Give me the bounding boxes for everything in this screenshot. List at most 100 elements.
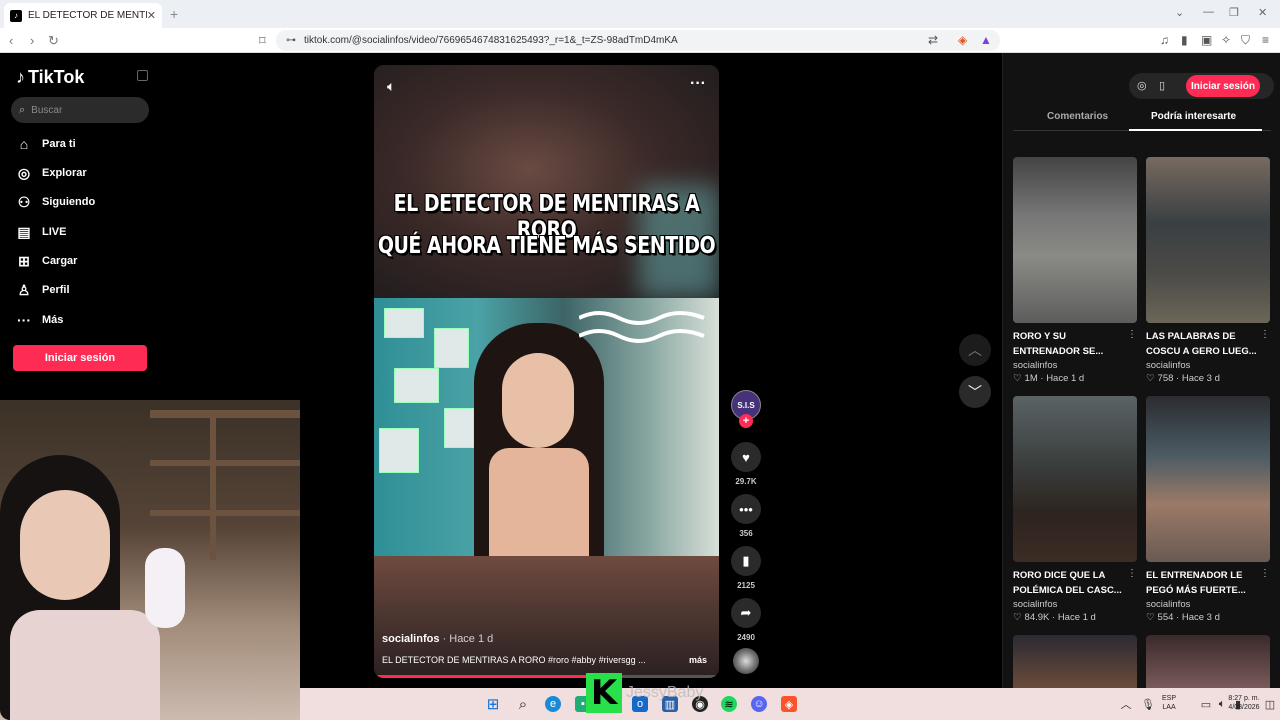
video-author[interactable]: socialinfos · Hace 1 d <box>382 633 493 645</box>
card-thumbnail[interactable] <box>1146 396 1270 562</box>
sidebar-item-label: Perfil <box>42 284 70 296</box>
search-icon: ⌕ <box>19 103 26 116</box>
tray-chevron-icon[interactable]: ︿ <box>1118 696 1134 712</box>
sidebar-item-para-ti[interactable]: ⌂ Para ti <box>15 135 76 153</box>
music-disc-icon[interactable] <box>733 648 759 674</box>
description-more-link[interactable]: más <box>689 655 707 665</box>
card-thumbnail-partial[interactable] <box>1146 635 1270 688</box>
wallet-icon[interactable]: ▣ <box>1201 33 1212 47</box>
card-likes: 84.9K <box>1024 612 1050 623</box>
sidebar-item-siguiendo[interactable]: ⚇ Siguiendo <box>15 193 95 211</box>
share-button[interactable]: ➦ <box>731 598 761 628</box>
video-player[interactable]: EL DETECTOR DE MENTIRAS A RORO QUÉ AHORA… <box>374 65 719 678</box>
minimize-icon[interactable]: — <box>1203 6 1214 18</box>
new-tab-icon[interactable]: + <box>170 6 178 22</box>
card-author[interactable]: socialinfos <box>1013 599 1137 610</box>
search-input[interactable] <box>31 104 132 116</box>
maximize-icon[interactable]: ❐ <box>1229 6 1239 19</box>
author-name[interactable]: socialinfos <box>382 633 439 645</box>
site-info-icon[interactable]: ⊶ <box>286 35 296 46</box>
card-author[interactable]: socialinfos <box>1146 599 1270 610</box>
search-icon[interactable]: ⌕ <box>515 696 531 713</box>
like-button[interactable]: ♥ <box>731 442 761 472</box>
previous-video-button[interactable]: ︿ <box>959 334 991 366</box>
card-author[interactable]: socialinfos <box>1146 360 1270 371</box>
video-time: · Hace 1 d <box>442 633 494 645</box>
recommended-card[interactable]: LAS PALABRAS DE COSCU A GERO LUEG... ⋮ s… <box>1146 157 1270 384</box>
sidebar-item-label: Para ti <box>42 138 76 150</box>
card-thumbnail[interactable] <box>1146 157 1270 323</box>
translate-icon[interactable]: ⇄ <box>928 33 938 47</box>
profile-icon: ♙ <box>17 281 31 298</box>
lang-layout: LAA <box>1162 704 1176 711</box>
browser-tab[interactable]: ♪ EL DETECTOR DE MENTIRAS ✕ <box>4 3 162 28</box>
edge-icon[interactable]: e <box>545 696 561 712</box>
search-box[interactable]: ⌕ <box>11 97 149 123</box>
video-description: EL DETECTOR DE MENTIRAS A RORO #roro #ab… <box>382 655 646 665</box>
clock[interactable]: 8:27 p. m. 4/08/2026 <box>1224 694 1264 712</box>
phone-icon[interactable]: ▯ <box>1159 79 1165 92</box>
card-author[interactable]: socialinfos <box>1013 360 1137 371</box>
leo-ai-icon[interactable]: ✧ <box>1221 33 1231 47</box>
tab-search-icon[interactable]: ⌄ <box>1175 6 1184 19</box>
vpn-icon[interactable]: ⛉ <box>1241 33 1250 48</box>
video-progress-bar[interactable] <box>374 675 719 678</box>
brave-icon[interactable]: ◈ <box>781 696 797 712</box>
spotify-icon[interactable]: ≋ <box>721 696 737 712</box>
brave-shield-icon[interactable]: ◈ <box>958 33 967 47</box>
forward-icon[interactable]: › <box>30 33 34 48</box>
sidebar-item-cargar[interactable]: ⊞ Cargar <box>15 252 77 270</box>
bookmark-icon[interactable]: ⌑ <box>259 33 266 49</box>
chevron-up-icon: ︿ <box>968 342 982 358</box>
sidebar-item-label: Explorar <box>42 167 87 179</box>
login-button-right[interactable]: Iniciar sesión <box>1186 75 1260 97</box>
chevron-down-icon: ﹀ <box>968 384 982 400</box>
url-field[interactable]: ⊶ tiktok.com/@socialinfos/video/76696546… <box>276 30 1000 51</box>
notifications-icon[interactable]: ◫ <box>1262 696 1278 712</box>
compass-icon[interactable]: ◎ <box>1137 79 1147 92</box>
tab-comments[interactable]: Comentarios <box>1047 111 1108 122</box>
card-more-icon[interactable]: ⋮ <box>1260 329 1270 340</box>
language-indicator[interactable]: ESP LAA <box>1162 694 1176 712</box>
sidebar-item-label: LIVE <box>42 226 67 238</box>
sidebar-item-explorar[interactable]: ◎ Explorar <box>15 164 87 182</box>
comment-button[interactable]: ••• <box>731 494 761 524</box>
reload-icon[interactable]: ↻ <box>48 33 59 49</box>
tiktok-logo[interactable]: ♪ TikTok <box>16 67 84 88</box>
sidebar-item-live[interactable]: ▤ LIVE <box>15 223 66 241</box>
collapse-sidebar-icon[interactable] <box>137 70 148 81</box>
volume-icon[interactable]: 🔈︎ <box>387 78 395 95</box>
sidebar-toggle-icon[interactable]: ▮ <box>1181 33 1188 47</box>
close-tab-icon[interactable]: ✕ <box>147 9 156 22</box>
card-more-icon[interactable]: ⋮ <box>1260 568 1270 579</box>
next-video-button[interactable]: ﹀ <box>959 376 991 408</box>
card-time: Hace 1 d <box>1057 612 1096 623</box>
windows-start-icon[interactable]: ⊞ <box>485 696 501 713</box>
wall-photo <box>444 408 474 448</box>
recommended-card[interactable]: RORO Y SU ENTRENADOR SE... ⋮ socialinfos… <box>1013 157 1137 384</box>
save-button[interactable]: ▮ <box>731 546 761 576</box>
heart-outline-icon: ♡ <box>1013 373 1022 384</box>
menu-icon[interactable]: ≡ <box>1262 33 1269 47</box>
more-options-icon[interactable]: ··· <box>690 75 706 93</box>
card-more-icon[interactable]: ⋮ <box>1127 329 1137 340</box>
tab-recommended[interactable]: Podría interesarte <box>1151 111 1236 122</box>
card-meta: ♡ 554 · Hace 3 d <box>1146 612 1220 623</box>
back-icon[interactable]: ‹ <box>9 33 13 48</box>
sidebar-item-mas[interactable]: ··· Más <box>15 311 63 329</box>
brave-rewards-icon[interactable]: ▲ <box>980 33 992 47</box>
sidebar-item-perfil[interactable]: ♙ Perfil <box>15 281 70 299</box>
card-thumbnail[interactable] <box>1013 396 1137 562</box>
network-icon[interactable]: ▭ <box>1198 696 1214 712</box>
close-window-icon[interactable]: ✕ <box>1258 6 1267 19</box>
card-thumbnail-partial[interactable] <box>1013 635 1137 688</box>
media-icon[interactable]: ♫ <box>1160 33 1169 47</box>
recommended-card[interactable]: RORO DICE QUE LA POLÉMICA DEL CASC... ⋮ … <box>1013 396 1137 623</box>
mic-tray-icon[interactable]: 🎙︎ <box>1140 696 1156 712</box>
discord-icon[interactable]: ☺ <box>751 696 767 712</box>
recommended-card[interactable]: EL ENTRENADOR LE PEGÓ MÁS FUERTE... ⋮ so… <box>1146 396 1270 623</box>
card-more-icon[interactable]: ⋮ <box>1127 568 1137 579</box>
follow-plus-icon[interactable]: + <box>739 414 753 428</box>
login-button[interactable]: Iniciar sesión <box>13 345 147 371</box>
card-thumbnail[interactable] <box>1013 157 1137 323</box>
